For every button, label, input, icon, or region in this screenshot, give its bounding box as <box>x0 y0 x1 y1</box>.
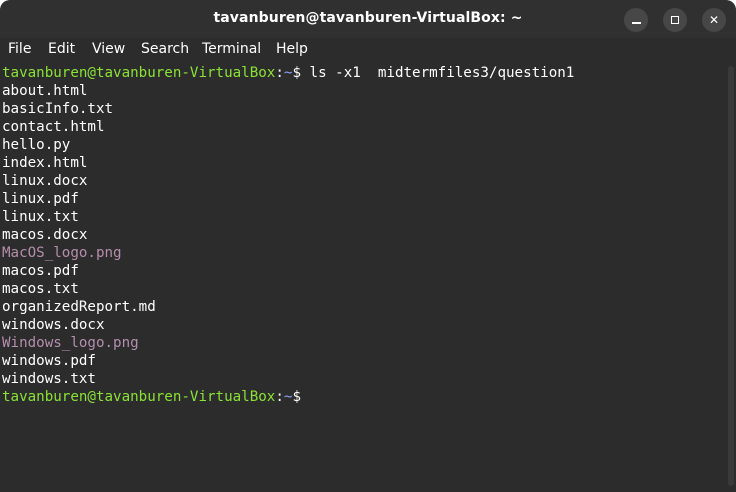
file-entry: windows.pdf <box>2 353 96 369</box>
menu-help[interactable]: Help <box>276 41 308 57</box>
menu-file[interactable]: File <box>8 41 31 57</box>
terminal-output[interactable]: tavanburen@tavanburen-VirtualBox:~$ ls -… <box>0 62 728 492</box>
menu-terminal[interactable]: Terminal <box>202 41 261 57</box>
file-entry: windows.docx <box>2 317 105 333</box>
scrollbar[interactable] <box>728 62 736 492</box>
minimize-button[interactable] <box>624 8 648 32</box>
file-entry: windows.txt <box>2 371 96 387</box>
terminal-window: tavanburen@tavanburen-VirtualBox: ~ ✕ Fi… <box>0 0 736 492</box>
menu-view[interactable]: View <box>92 41 125 57</box>
menu-edit[interactable]: Edit <box>48 41 75 57</box>
prompt-symbol: $ <box>292 65 301 81</box>
close-button[interactable]: ✕ <box>702 8 726 32</box>
file-entry-image: Windows_logo.png <box>2 335 139 351</box>
prompt-user: tavanburen@tavanburen-VirtualBox <box>2 389 276 405</box>
file-entry: about.html <box>2 83 88 99</box>
prompt-separator: : <box>275 389 284 405</box>
file-entry: macos.pdf <box>2 263 79 279</box>
file-entry: linux.docx <box>2 173 88 189</box>
command-text: ls -x1 midtermfiles3/question1 <box>300 65 575 81</box>
prompt-symbol: $ <box>292 389 301 405</box>
menu-search[interactable]: Search <box>141 41 189 57</box>
file-entry: linux.pdf <box>2 191 79 207</box>
file-entry: macos.txt <box>2 281 79 297</box>
prompt-line: tavanburen@tavanburen-VirtualBox:~$ <box>2 388 301 406</box>
prompt-separator: : <box>275 65 284 81</box>
minimize-icon <box>631 22 641 24</box>
file-entry: contact.html <box>2 119 105 135</box>
file-entry-image: MacOS_logo.png <box>2 245 122 261</box>
title-bar[interactable]: tavanburen@tavanburen-VirtualBox: ~ ✕ <box>0 0 736 38</box>
command-line: tavanburen@tavanburen-VirtualBox:~$ ls -… <box>2 64 574 82</box>
scrollbar-thumb[interactable] <box>728 66 734 486</box>
file-entry: index.html <box>2 155 88 171</box>
file-entry: hello.py <box>2 137 71 153</box>
menu-bar: File Edit View Search Terminal Help <box>0 38 736 63</box>
maximize-button[interactable] <box>663 8 687 32</box>
file-entry: basicInfo.txt <box>2 101 114 117</box>
file-entry: macos.docx <box>2 227 88 243</box>
prompt-user: tavanburen@tavanburen-VirtualBox <box>2 65 276 81</box>
maximize-icon <box>671 16 679 24</box>
close-icon: ✕ <box>708 13 720 27</box>
file-entry: linux.txt <box>2 209 79 225</box>
file-entry: organizedReport.md <box>2 299 156 315</box>
